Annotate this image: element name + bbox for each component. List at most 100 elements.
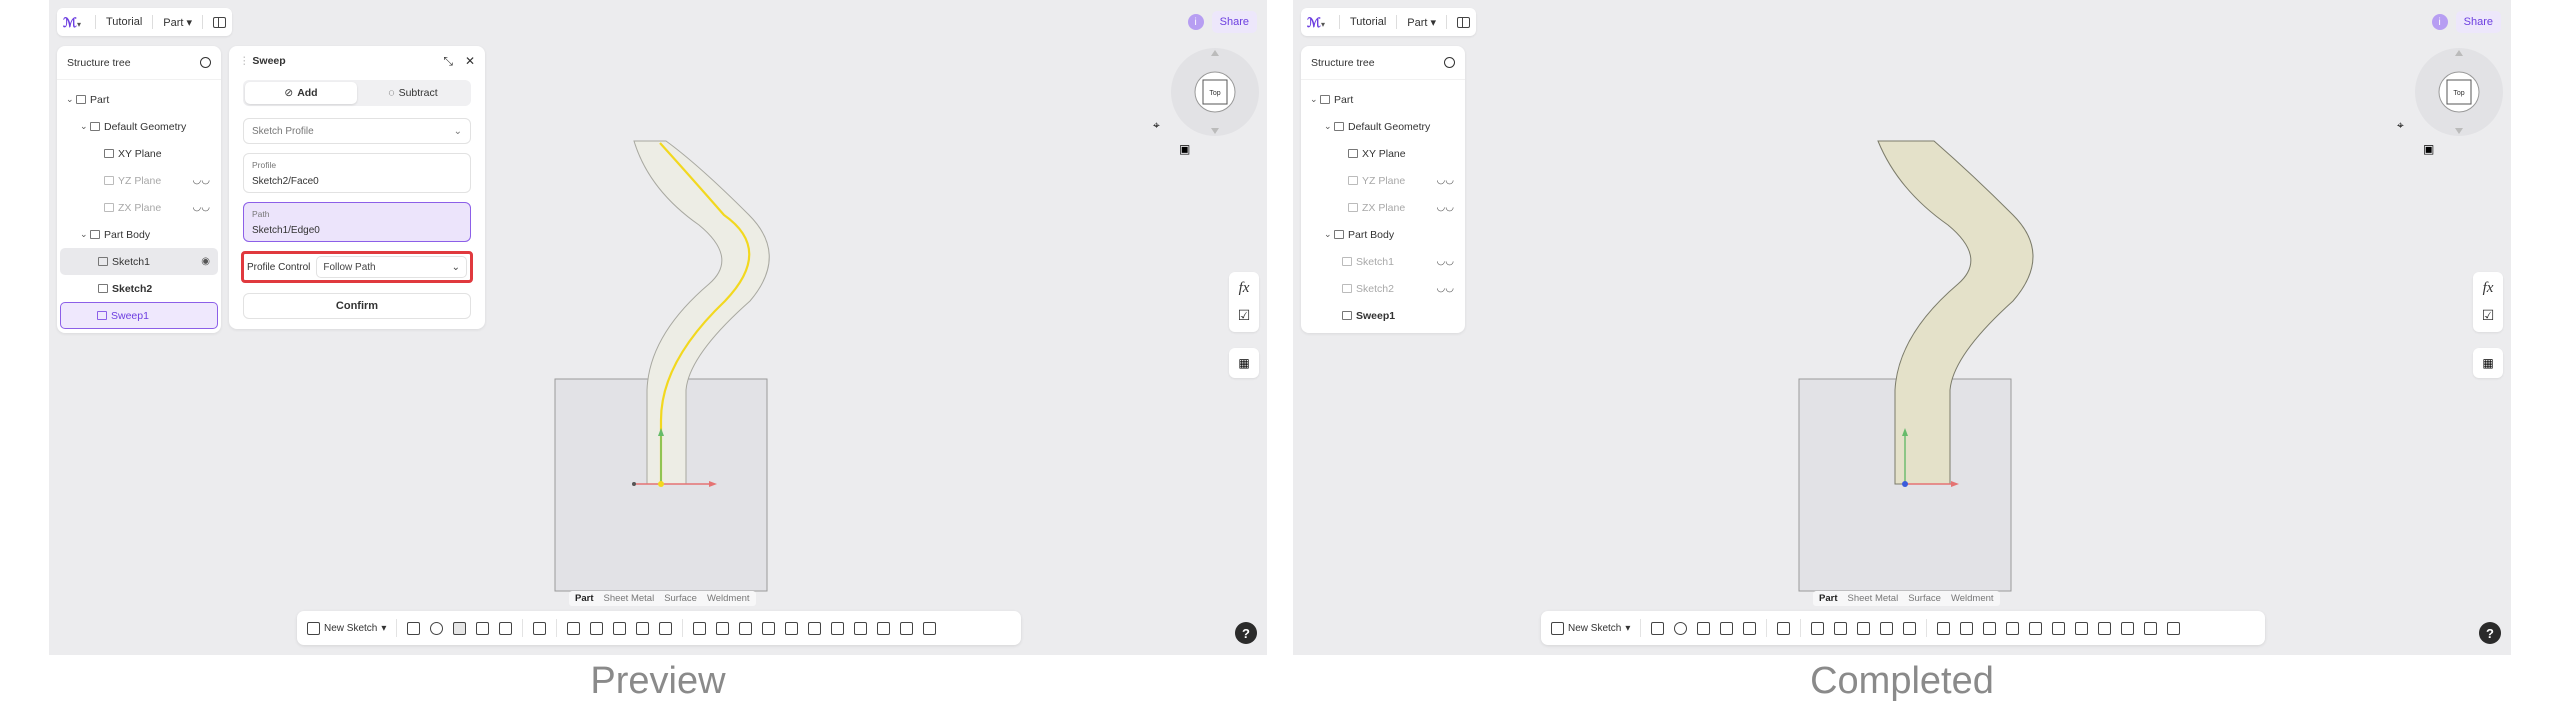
offset-face-icon[interactable] [2098, 621, 2112, 635]
split-icon[interactable] [2029, 621, 2043, 635]
export-icon[interactable] [923, 621, 937, 635]
checklist-icon[interactable]: ☑ [2482, 307, 2495, 324]
tree-item-zx-plane[interactable]: ZX Plane ◡◡ [1304, 194, 1462, 221]
chamfer-icon[interactable] [590, 621, 604, 635]
sweep-tool-icon[interactable] [453, 621, 467, 635]
pattern-icon[interactable] [693, 621, 707, 635]
tree-item-sketch1[interactable]: Sketch1 ◉ [60, 248, 218, 275]
rib-icon[interactable] [1743, 621, 1757, 635]
panel-toggle-icon[interactable] [213, 16, 227, 28]
tree-item-yz-plane[interactable]: YZ Plane ◡◡ [1304, 167, 1462, 194]
share-button[interactable]: Share [2455, 11, 2501, 33]
move-icon[interactable] [739, 621, 753, 635]
mirror-icon[interactable] [716, 621, 730, 635]
sketch-profile-select[interactable]: Sketch Profile ⌄ [243, 118, 471, 144]
eye-closed-icon[interactable]: ◡◡ [193, 175, 210, 186]
tab-part[interactable]: Part [575, 593, 593, 604]
search-icon[interactable] [200, 57, 211, 68]
part-menu[interactable]: Part ▾ [163, 16, 192, 29]
export-icon[interactable] [2167, 621, 2181, 635]
tab-surface[interactable]: Surface [1908, 593, 1941, 604]
help-button[interactable]: ? [2479, 622, 2501, 644]
fillet-icon[interactable] [1811, 621, 1825, 635]
loft-icon[interactable] [476, 621, 490, 635]
eye-closed-icon[interactable]: ◡◡ [193, 202, 210, 213]
extrude-icon[interactable] [1651, 621, 1665, 635]
tree-item-part-body[interactable]: ⌄ Part Body [60, 221, 218, 248]
share-button[interactable]: Share [1211, 11, 1257, 33]
formula-button[interactable]: fx [1239, 280, 1250, 297]
help-button[interactable]: ? [1235, 622, 1257, 644]
tree-item-sketch1[interactable]: Sketch1 ◡◡ [1304, 248, 1462, 275]
table-icon[interactable]: ▦ [1229, 348, 1259, 378]
tab-sheet-metal[interactable]: Sheet Metal [603, 593, 654, 604]
boolean-icon[interactable] [762, 621, 776, 635]
checklist-icon[interactable]: ☑ [1238, 307, 1251, 324]
tree-item-part[interactable]: ⌄ Part [60, 86, 218, 113]
scale-icon[interactable] [808, 621, 822, 635]
display-mode-icon[interactable]: ▣ [2423, 142, 2434, 156]
split-icon[interactable] [785, 621, 799, 635]
shell-icon[interactable] [636, 621, 650, 635]
eye-open-icon[interactable]: ◉ [201, 256, 210, 267]
measure-icon[interactable] [2144, 621, 2158, 635]
user-avatar-icon[interactable]: i [1187, 14, 1204, 30]
loft-icon[interactable] [1720, 621, 1734, 635]
display-mode-icon[interactable]: ▣ [1179, 142, 1190, 156]
tree-item-sketch2[interactable]: Sketch2 ◡◡ [1304, 275, 1462, 302]
mirror-icon[interactable] [1960, 621, 1974, 635]
confirm-button[interactable]: Confirm [243, 293, 471, 319]
view-cube[interactable]: Top [2407, 44, 2511, 148]
hole-icon[interactable] [1777, 621, 1791, 635]
section-icon[interactable] [2121, 621, 2135, 635]
boolean-icon[interactable] [2006, 621, 2020, 635]
tree-item-sweep1[interactable]: Sweep1 [60, 302, 218, 329]
offset-face-icon[interactable] [854, 621, 868, 635]
eye-closed-icon[interactable]: ◡◡ [1437, 175, 1454, 186]
add-button[interactable]: ⊘ Add [245, 82, 357, 104]
tab-weldment[interactable]: Weldment [1951, 593, 1994, 604]
thicken-icon[interactable] [1903, 621, 1917, 635]
move-icon[interactable] [1983, 621, 1997, 635]
eye-closed-icon[interactable]: ◡◡ [1437, 283, 1454, 294]
tree-item-xy-plane[interactable]: XY Plane [60, 140, 218, 167]
draft-icon[interactable] [613, 621, 627, 635]
tab-weldment[interactable]: Weldment [707, 593, 750, 604]
eye-closed-icon[interactable]: ◡◡ [1437, 202, 1454, 213]
replace-face-icon[interactable] [2075, 621, 2089, 635]
tree-item-part[interactable]: ⌄ Part [1304, 86, 1462, 113]
pin-icon[interactable]: ⤡ [443, 54, 453, 69]
rib-icon[interactable] [499, 621, 513, 635]
tree-item-sketch2[interactable]: Sketch2 [60, 275, 218, 302]
tree-item-default-geometry[interactable]: ⌄ Default Geometry [1304, 113, 1462, 140]
shell-icon[interactable] [1880, 621, 1894, 635]
tree-item-zx-plane[interactable]: ZX Plane ◡◡ [60, 194, 218, 221]
tab-surface[interactable]: Surface [664, 593, 697, 604]
extrude-icon[interactable] [407, 621, 421, 635]
subtract-button[interactable]: ◌ Subtract [357, 82, 469, 104]
tab-sheet-metal[interactable]: Sheet Metal [1847, 593, 1898, 604]
search-icon[interactable] [1444, 57, 1455, 68]
fit-view-icon[interactable]: ⌖ [2397, 118, 2404, 133]
chamfer-icon[interactable] [1834, 621, 1848, 635]
user-avatar-icon[interactable]: i [2431, 14, 2448, 30]
formula-button[interactable]: fx [2483, 280, 2494, 297]
tree-item-xy-plane[interactable]: XY Plane [1304, 140, 1462, 167]
scene-canvas[interactable] [1293, 0, 2511, 655]
tree-item-default-geometry[interactable]: ⌄ Default Geometry [60, 113, 218, 140]
tutorial-menu[interactable]: Tutorial [1350, 16, 1386, 28]
revolve-icon[interactable] [1674, 621, 1688, 635]
app-logo-icon[interactable]: ℳ ▾ [1307, 14, 1329, 30]
profile-control-select[interactable]: Follow Path ⌄ [316, 256, 467, 278]
tree-item-yz-plane[interactable]: YZ Plane ◡◡ [60, 167, 218, 194]
tab-part[interactable]: Part [1819, 593, 1837, 604]
thicken-icon[interactable] [659, 621, 673, 635]
profile-field[interactable]: Profile Sketch2/Face0 [243, 153, 471, 193]
tutorial-menu[interactable]: Tutorial [106, 16, 142, 28]
eye-closed-icon[interactable]: ◡◡ [1437, 256, 1454, 267]
replace-face-icon[interactable] [831, 621, 845, 635]
panel-toggle-icon[interactable] [1457, 16, 1471, 28]
sweep-tool-icon[interactable] [1697, 621, 1711, 635]
fillet-icon[interactable] [567, 621, 581, 635]
tree-item-part-body[interactable]: ⌄ Part Body [1304, 221, 1462, 248]
